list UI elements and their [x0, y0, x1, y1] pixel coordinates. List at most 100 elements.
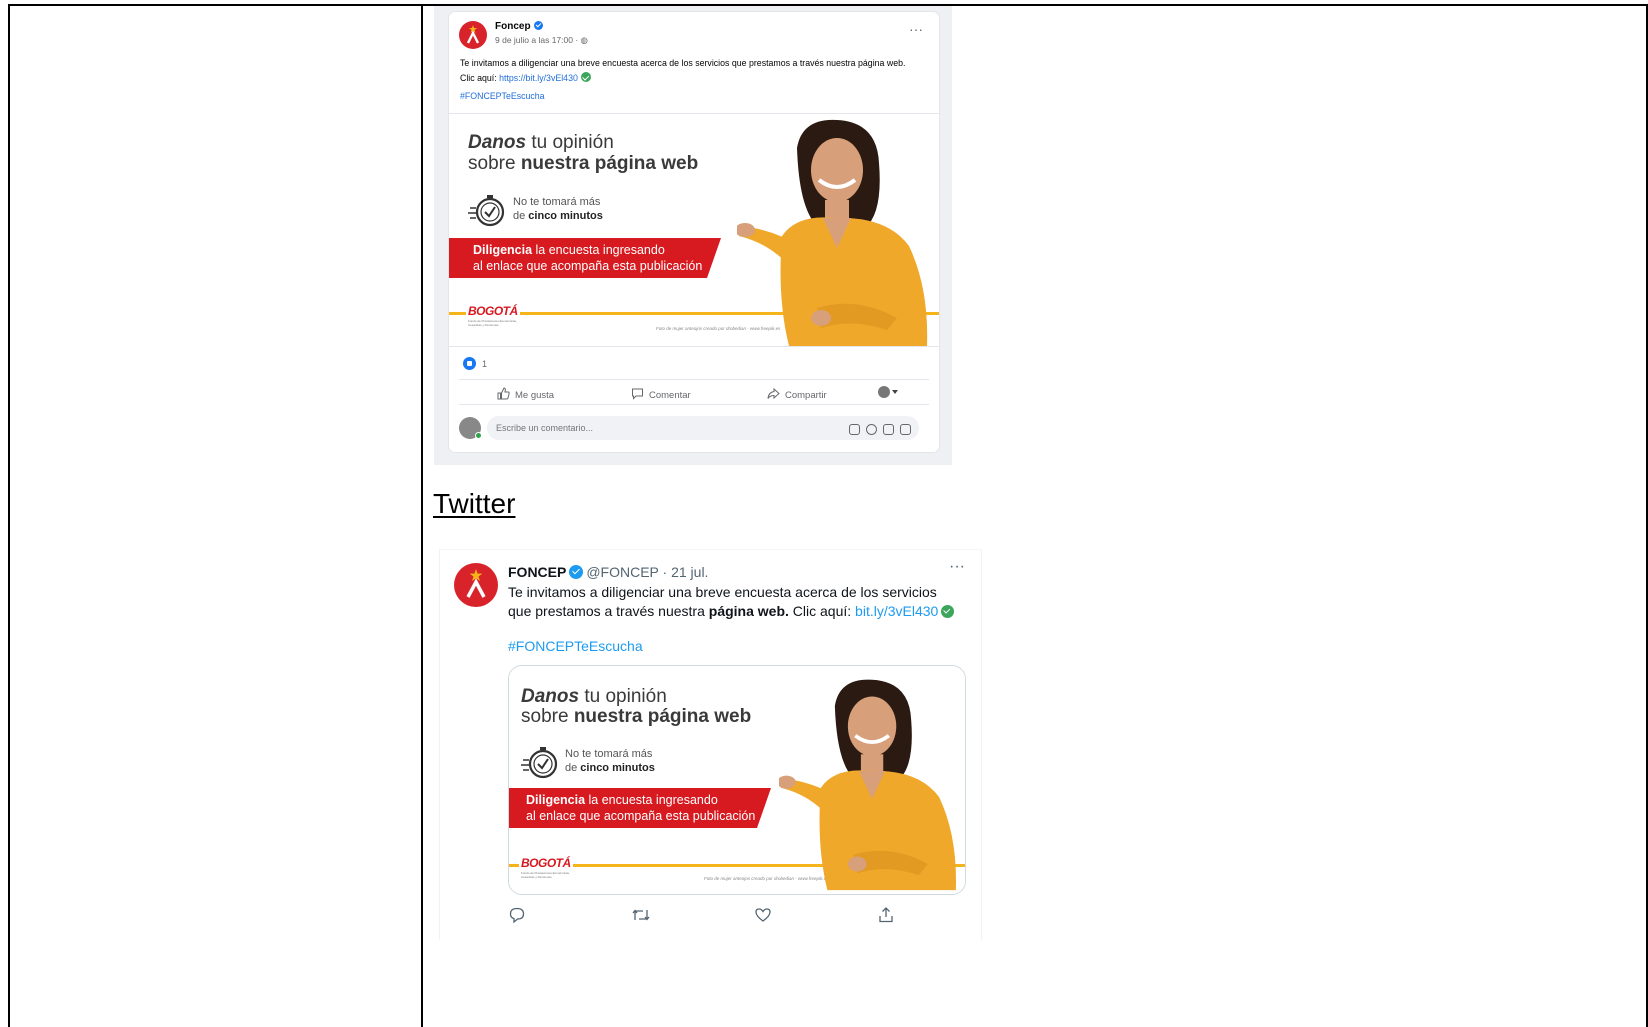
fb-hashtag-link[interactable]: #FONCEPTeEscucha: [460, 91, 545, 101]
banner-headline2-pre: sobre: [521, 706, 574, 727]
fb-comment-label[interactable]: Comentar: [649, 390, 691, 401]
foncep-avatar[interactable]: [459, 21, 487, 49]
foncep-logo-icon: [466, 569, 486, 598]
banner-time-line1: No te tomará más: [565, 748, 653, 760]
banner-headline-rest: tu opinión: [579, 686, 667, 707]
fb-reactions[interactable]: 1: [463, 357, 487, 370]
fb-like-count[interactable]: 1: [482, 359, 487, 369]
banner-time-line2: de cinco minutos: [513, 210, 603, 222]
bogota-logo-subtitle: Fondo de Prestaciones Económicas, Cesant…: [468, 319, 517, 327]
banner-cta-line2: al enlace que acompaña esta publicación: [526, 808, 756, 823]
tw-more-icon[interactable]: ···: [949, 559, 965, 575]
banner-cta-line1: Diligencia la encuesta ingresando: [473, 243, 702, 259]
bogota-logo: BOGOTÁ: [519, 856, 573, 870]
fb-author-label[interactable]: Foncep: [495, 21, 531, 32]
retweet-icon: [632, 909, 650, 921]
banner-cta-line2: al enlace que acompaña esta publicación: [473, 258, 703, 273]
foncep-logo-icon: [466, 25, 480, 44]
facebook-post: Foncep 9 de julio a las 17:00 · ◍ ··· Te…: [449, 12, 939, 452]
profile-dropdown-icon: [878, 386, 898, 398]
fb-post-text: Te invitamos a diligenciar una breve enc…: [460, 56, 920, 86]
share-upload-icon: [879, 907, 893, 923]
tw-hashtag-link[interactable]: #FONCEPTeEscucha: [508, 638, 643, 654]
fb-survey-banner-image[interactable]: Danos tu opinión sobre nuestra página we…: [449, 114, 939, 346]
banner-cta-rest: la encuesta ingresando: [585, 793, 718, 807]
reply-icon: [509, 907, 525, 924]
tw-text-mid: Clic aquí:: [788, 603, 856, 619]
banner-headline-rest: tu opinión: [526, 132, 614, 153]
tw-action-bar: [508, 906, 968, 926]
banner-headline-bold: Danos: [468, 132, 527, 153]
banner-cta-bold: Diligencia: [473, 243, 533, 257]
fb-comment-button[interactable]: Comentar: [631, 387, 691, 401]
check-icon: [580, 72, 591, 82]
banner-headline2-bold: nuestra página web: [520, 153, 699, 174]
fb-share-label[interactable]: Compartir: [785, 390, 827, 401]
banner-time-line2: de cinco minutos: [565, 762, 655, 774]
tw-reply-button[interactable]: [508, 906, 526, 929]
banner-time2-bold: cinco minutos: [528, 210, 603, 222]
banner-headline-2: sobre nuestra página web: [521, 706, 751, 728]
table-border-left: [8, 4, 10, 1027]
tw-display-name[interactable]: FONCEP: [508, 564, 566, 580]
banner-cta-line1: Diligencia la encuesta ingresando: [526, 793, 755, 809]
foncep-twitter-avatar[interactable]: [454, 563, 498, 607]
tw-survey-link[interactable]: bit.ly/3vEl430: [855, 603, 938, 619]
twitter-tweet: FONCEP @FONCEP · 21 jul. ··· Te invitamos…: [439, 549, 982, 940]
gif-icon[interactable]: [883, 424, 894, 435]
tw-text: Te invitamos a diligenciar una breve enc…: [508, 583, 963, 621]
woman-illustration: [737, 119, 928, 346]
fb-date-label[interactable]: 9 de julio a las 17:00 ·: [495, 35, 581, 45]
fb-share-button[interactable]: Compartir: [767, 387, 827, 401]
stopwatch-icon: [521, 747, 558, 779]
tw-retweet-button[interactable]: [631, 906, 651, 929]
banner-time2-pre: de: [513, 210, 529, 222]
banner-cta-rest: la encuesta ingresando: [532, 243, 665, 257]
fb-like-button[interactable]: Me gusta: [497, 387, 554, 401]
thumbs-up-icon: [497, 387, 510, 400]
banner-time2-pre: de: [565, 762, 581, 774]
emoji-icon[interactable]: [866, 424, 877, 435]
tw-text-bold: página web.: [708, 603, 789, 619]
online-status-icon: [475, 432, 482, 439]
tw-handle-date[interactable]: @FONCEP · 21 jul.: [586, 564, 708, 580]
bogota-logo: BOGOTÁ: [466, 304, 520, 318]
banner-headline-1: Danos tu opinión: [468, 132, 614, 154]
verified-icon: [533, 21, 543, 30]
banner-time2-bold: cinco minutos: [580, 762, 655, 774]
bogota-logo-subtitle: Fondo de Prestaciones Económicas, Cesant…: [521, 871, 570, 879]
like-reaction-icon: [463, 357, 476, 370]
banner-headline2-bold: nuestra página web: [573, 706, 752, 727]
tw-media-image[interactable]: Danos tu opinión sobre nuestra página we…: [508, 665, 966, 895]
fb-comment-tools: [843, 422, 911, 440]
tw-survey-banner-image: Danos tu opinión sobre nuestra página we…: [509, 666, 965, 894]
woman-illustration: [779, 679, 957, 891]
fb-author-name[interactable]: Foncep: [495, 21, 543, 32]
banner-headline-2: sobre nuestra página web: [468, 153, 698, 175]
avatar-sticker-icon[interactable]: [900, 424, 911, 435]
share-icon: [767, 387, 780, 400]
tw-share-button[interactable]: [877, 906, 895, 929]
sticker-icon[interactable]: [849, 424, 860, 435]
banner-headline2-pre: sobre: [468, 153, 521, 174]
tw-header: FONCEP @FONCEP · 21 jul.: [508, 564, 708, 580]
banner-cta-text: Diligencia la encuesta ingresando al enl…: [526, 793, 755, 824]
banner-time-line1: No te tomará más: [513, 196, 601, 208]
banner-cta-text: Diligencia la encuesta ingresando al enl…: [473, 243, 702, 274]
fb-divider: [449, 346, 939, 347]
fb-more-icon[interactable]: ···: [909, 22, 923, 36]
verified-icon: [569, 565, 584, 579]
banner-headline-bold: Danos: [521, 686, 580, 707]
table-border-middle: [421, 4, 423, 1027]
fb-like-label[interactable]: Me gusta: [515, 390, 554, 401]
fb-comment-row: [459, 416, 929, 440]
fb-survey-link[interactable]: https://bit.ly/3vEl430: [499, 73, 578, 83]
fb-audience-selector[interactable]: [877, 385, 904, 400]
banner-cta-bold: Diligencia: [526, 793, 586, 807]
heart-icon: [755, 908, 771, 922]
banner-headline-1: Danos tu opinión: [521, 686, 667, 708]
fb-post-date[interactable]: 9 de julio a las 17:00 · ◍: [495, 35, 588, 46]
tw-like-button[interactable]: [754, 906, 772, 929]
globe-icon: ◍: [580, 35, 588, 45]
fb-action-bar: Me gusta Comentar Compartir: [459, 379, 929, 405]
